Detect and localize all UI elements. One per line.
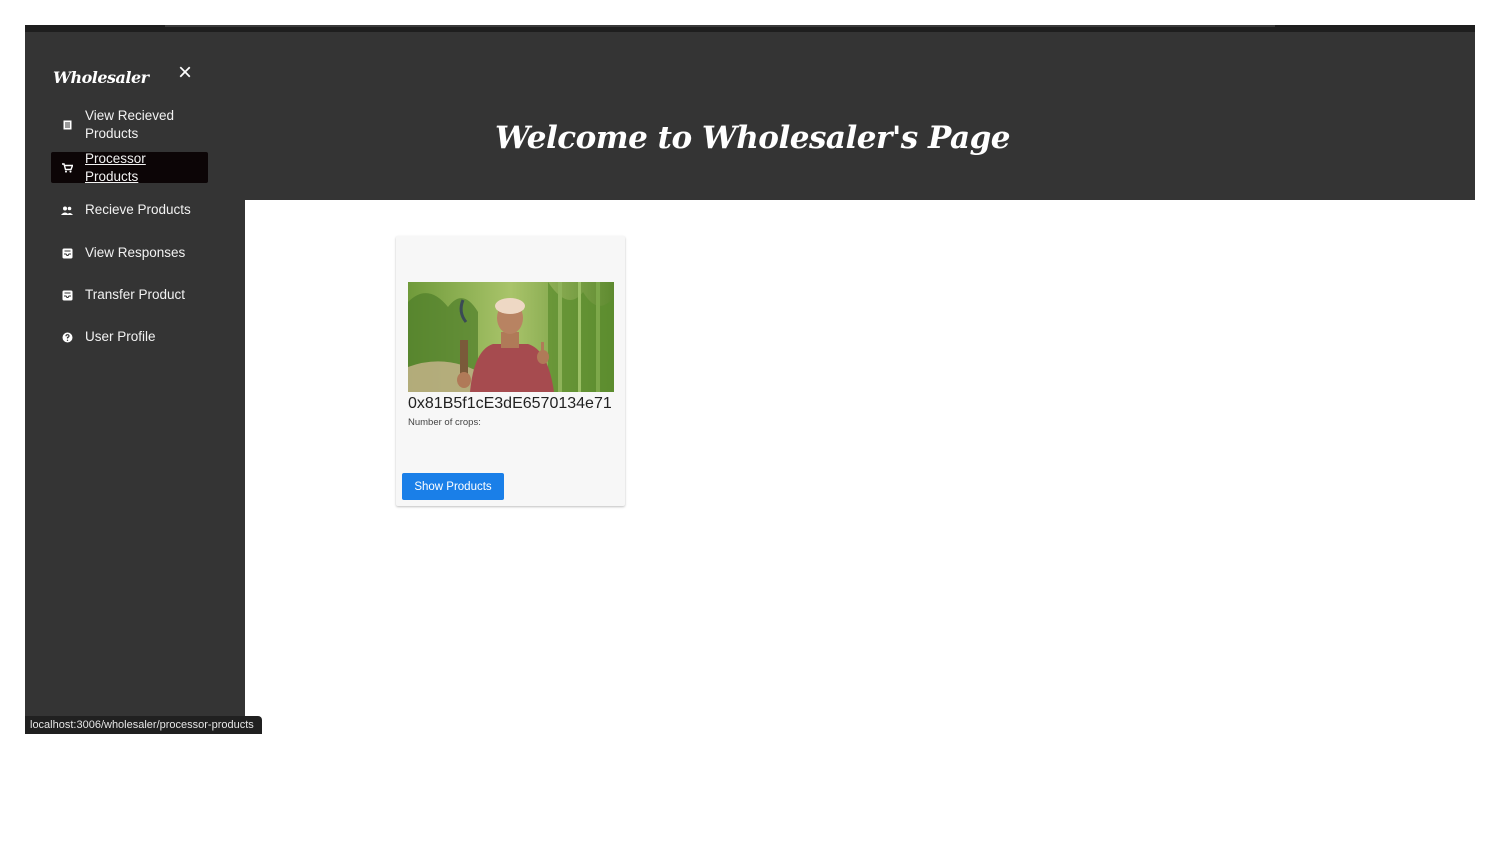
sidebar-item-label: View Recieved Products: [85, 108, 175, 141]
cart-icon: [61, 162, 73, 174]
app-window: Wholesaler × View Recieved Products Proce…: [25, 32, 1475, 716]
browser-top-strip-inner: [165, 25, 1275, 27]
inbox-icon: [61, 289, 73, 301]
help-circle-icon: [61, 331, 73, 343]
sidebar-item-processor-products[interactable]: Processor Products: [51, 150, 208, 184]
show-products-button[interactable]: Show Products: [402, 473, 504, 500]
sidebar-item-label: Recieve Products: [85, 202, 191, 217]
browser-top-strip: [25, 25, 1475, 32]
farmer-photo: [408, 282, 614, 392]
sidebar-item-view-responses[interactable]: View Responses: [51, 243, 208, 263]
sidebar-item-label: Processor Products: [85, 150, 146, 184]
sidebar-brand: Wholesaler: [53, 68, 149, 87]
sidebar-item-label: View Responses: [85, 245, 186, 260]
sidebar-item-user-profile[interactable]: User Profile: [51, 327, 208, 347]
sidebar-item-recieve-products[interactable]: Recieve Products: [51, 200, 208, 220]
receipt-icon: [61, 119, 73, 131]
sidebar: Wholesaler × View Recieved Products Proce…: [25, 32, 245, 716]
sidebar-item-transfer-product[interactable]: Transfer Product: [51, 285, 208, 305]
wallet-address: 0x81B5f1cE3dE6570134e71: [408, 395, 612, 412]
close-icon[interactable]: ×: [175, 61, 195, 85]
sidebar-item-view-recieved-products[interactable]: View Recieved Products: [51, 106, 208, 144]
page-header: Welcome to Wholesaler's Page: [245, 32, 1475, 200]
people-icon: [61, 204, 73, 216]
sidebar-item-label: Transfer Product: [85, 287, 186, 302]
sidebar-item-label: User Profile: [85, 329, 156, 344]
status-bar-url: localhost:3006/wholesaler/processor-prod…: [25, 716, 262, 734]
page-title: Welcome to Wholesaler's Page: [494, 120, 1011, 156]
crops-count-label: Number of crops:: [408, 417, 481, 428]
processor-card: 0x81B5f1cE3dE6570134e71 Number of crops:…: [396, 236, 625, 506]
inbox-icon: [61, 247, 73, 259]
